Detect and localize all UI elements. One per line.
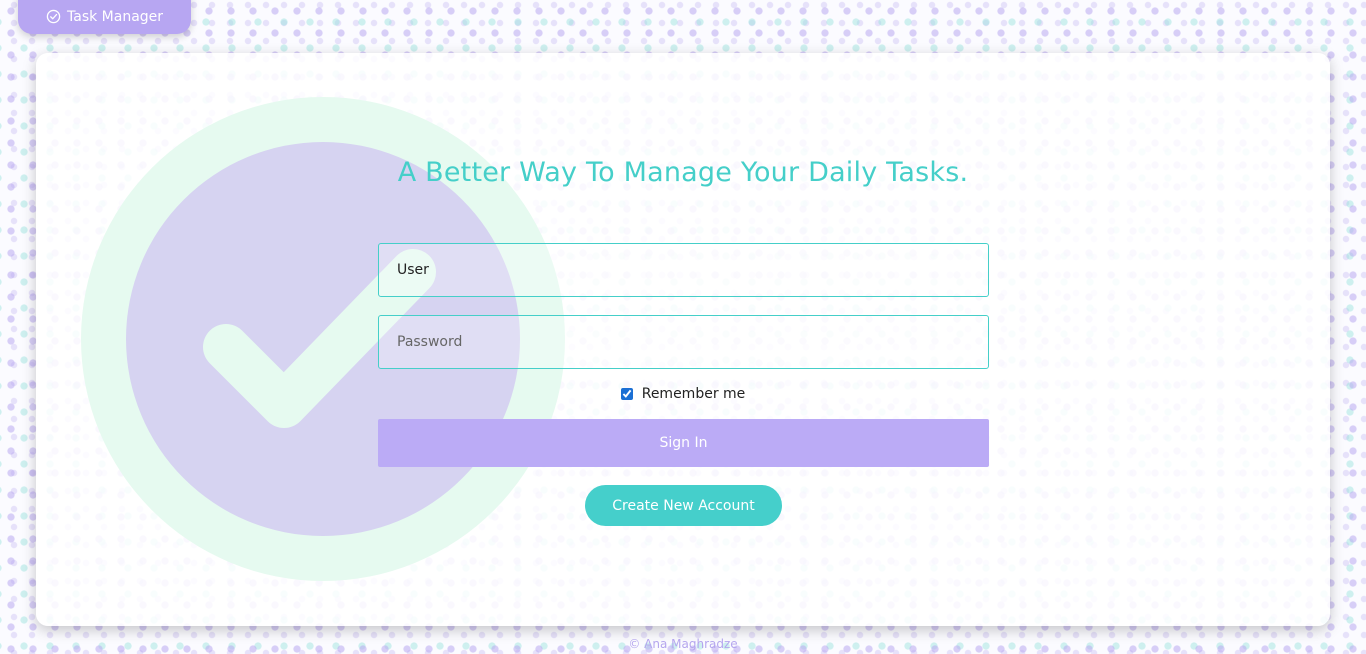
password-input[interactable] (378, 315, 989, 369)
page-headline: A Better Way To Manage Your Daily Tasks. (397, 157, 969, 188)
brand-label: Task Manager (67, 8, 164, 25)
footer-credit: © Ana Maghradze (628, 637, 738, 651)
login-card: A Better Way To Manage Your Daily Tasks.… (36, 53, 1330, 626)
remember-me-checkbox[interactable] (620, 388, 633, 400)
sign-in-button[interactable]: Sign In (378, 419, 989, 467)
remember-me-label: Remember me (641, 386, 746, 402)
remember-me-row[interactable]: Remember me (36, 386, 1330, 402)
create-account-button[interactable]: Create New Account (585, 485, 782, 526)
check-circle-icon (46, 9, 61, 24)
user-input[interactable] (378, 243, 989, 297)
brand-tab[interactable]: Task Manager (18, 0, 191, 34)
